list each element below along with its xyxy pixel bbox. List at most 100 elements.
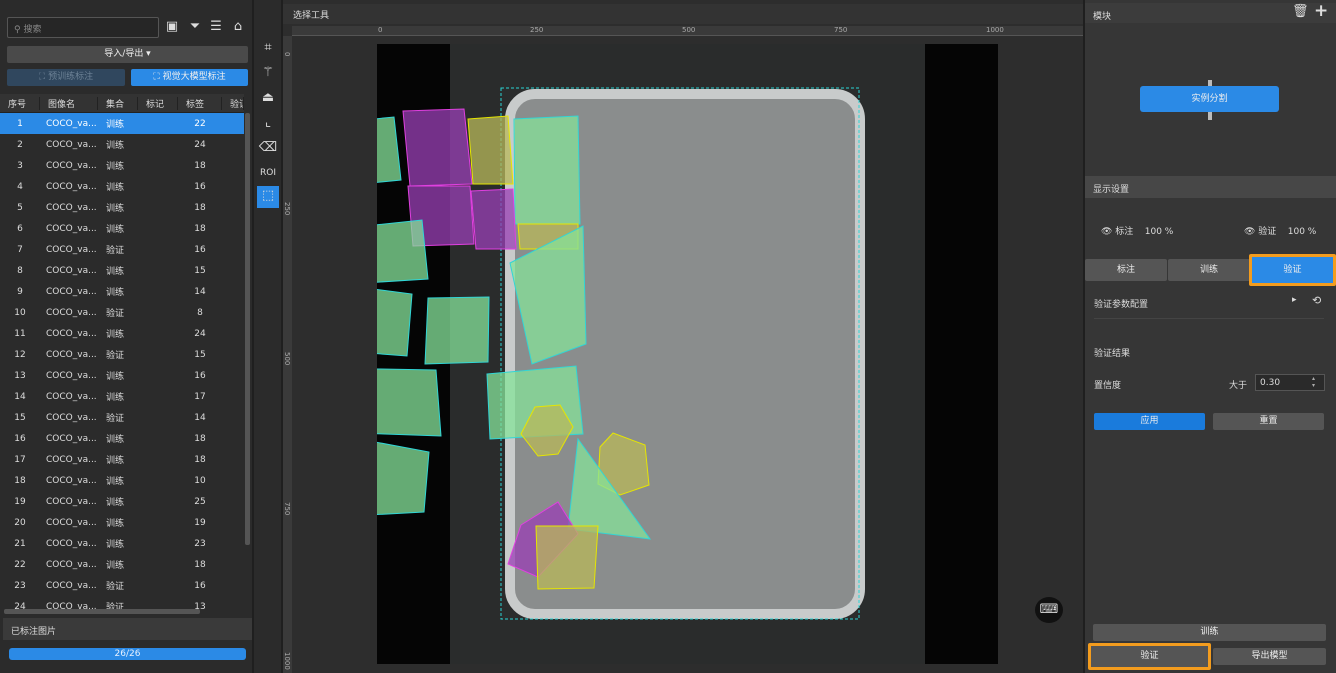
tab-train[interactable]: 训练	[1168, 259, 1250, 281]
annot-visibility: 👁 标注 100 %	[1101, 224, 1173, 237]
polygon-tool-icon[interactable]: ⌗	[257, 38, 279, 58]
eraser-icon[interactable]: ⌫	[257, 138, 279, 158]
annotation-mask	[467, 115, 514, 185]
annotation-mask	[513, 115, 581, 225]
verify-button[interactable]: 验证	[1088, 643, 1211, 670]
table-row[interactable]: 6 COCO_va... 训练 18	[0, 218, 244, 239]
table-row[interactable]: 23 COCO_va... 验证 16	[0, 575, 244, 596]
row-label-count: 14	[194, 286, 206, 297]
annotate-icon: ⛶	[153, 72, 163, 82]
history-icon[interactable]: ⟲	[1312, 294, 1321, 307]
table-row[interactable]: 24 COCO_va... 验证 13	[0, 596, 244, 610]
table-row[interactable]: 2 COCO_va... 训练 24	[0, 134, 244, 155]
row-set: 训练	[106, 162, 125, 172]
magic-wand-icon[interactable]: ⚚	[257, 63, 279, 83]
import-export-button[interactable]: 导入/导出 ▾	[7, 46, 248, 63]
table-row[interactable]: 7 COCO_va... 验证 16	[0, 239, 244, 260]
row-index: 5	[17, 202, 23, 213]
eye-icon[interactable]: 👁	[1244, 227, 1258, 237]
expand-icon[interactable]: ▸	[1292, 295, 1297, 305]
vertical-scrollbar[interactable]	[245, 113, 250, 545]
ruler-tick: 750	[834, 26, 848, 34]
table-row[interactable]: 19 COCO_va... 训练 25	[0, 491, 244, 512]
row-index: 3	[17, 160, 23, 171]
vlm-label: 视觉大模型标注	[162, 72, 226, 82]
table-row[interactable]: 13 COCO_va... 训练 16	[0, 365, 244, 386]
annot-opacity[interactable]: 100 %	[1145, 227, 1174, 237]
divider	[1094, 318, 1324, 319]
filter-icon[interactable]: ⏷	[186, 18, 204, 36]
apply-button[interactable]: 应用	[1094, 413, 1205, 430]
row-image-name: COCO_va...	[46, 391, 97, 402]
stamp-tool-icon[interactable]: ⏏	[257, 88, 279, 108]
row-label-count: 18	[194, 160, 206, 171]
table-row[interactable]: 12 COCO_va... 验证 15	[0, 344, 244, 365]
reset-button[interactable]: 重置	[1213, 413, 1324, 430]
search-input[interactable]: ⚲ 搜索	[7, 17, 159, 38]
corner-tool-icon[interactable]: ⌞	[257, 113, 279, 133]
row-index: 7	[17, 244, 23, 255]
layout-icon[interactable]: ⌂	[229, 18, 247, 36]
col-set[interactable]: 集合	[98, 96, 138, 110]
pretrain-annotate-button[interactable]: ⛶ 预训练标注	[7, 69, 125, 86]
row-label-count: 13	[194, 601, 206, 610]
table-row[interactable]: 4 COCO_va... 训练 16	[0, 176, 244, 197]
instance-segmentation-node[interactable]: 实例分割	[1140, 86, 1279, 112]
row-set: 验证	[106, 582, 125, 592]
row-index: 16	[14, 433, 26, 444]
select-tool-icon[interactable]: ⬚	[257, 186, 279, 208]
table-row[interactable]: 20 COCO_va... 训练 19	[0, 512, 244, 533]
export-model-button[interactable]: 导出模型	[1213, 648, 1326, 665]
row-index: 15	[14, 412, 26, 423]
list-icon[interactable]: ☰	[207, 18, 225, 36]
row-set: 训练	[106, 519, 125, 529]
table-row[interactable]: 8 COCO_va... 训练 15	[0, 260, 244, 281]
eye-icon[interactable]: 👁	[1101, 227, 1115, 237]
table-row[interactable]: 9 COCO_va... 训练 14	[0, 281, 244, 302]
roi-tool[interactable]: ROI	[257, 163, 279, 183]
row-index: 9	[17, 286, 23, 297]
row-index: 13	[14, 370, 26, 381]
tab-verify[interactable]: 验证	[1249, 254, 1336, 286]
image-canvas[interactable]	[377, 44, 998, 664]
horizontal-scrollbar[interactable]	[4, 609, 200, 614]
image-settings-icon[interactable]: ▣	[163, 18, 181, 36]
table-row[interactable]: 14 COCO_va... 训练 17	[0, 386, 244, 407]
row-set: 训练	[106, 141, 125, 151]
table-row[interactable]: 17 COCO_va... 训练 18	[0, 449, 244, 470]
table-row[interactable]: 10 COCO_va... 验证 8	[0, 302, 244, 323]
annotation-mask	[424, 296, 490, 365]
tab-annotate[interactable]: 标注	[1085, 259, 1167, 281]
row-set: 验证	[106, 414, 125, 424]
vlm-annotate-button[interactable]: ⛶ 视觉大模型标注	[131, 69, 248, 86]
row-set: 训练	[106, 204, 125, 214]
row-image-name: COCO_va...	[46, 475, 97, 486]
table-row[interactable]: 5 COCO_va... 训练 18	[0, 197, 244, 218]
col-verify[interactable]: 验证	[222, 96, 244, 110]
row-index: 6	[17, 223, 23, 234]
col-index[interactable]: 序号	[0, 96, 40, 110]
table-row[interactable]: 21 COCO_va... 训练 23	[0, 533, 244, 554]
row-label-count: 10	[194, 475, 206, 486]
verify-opacity[interactable]: 100 %	[1288, 227, 1317, 237]
row-image-name: COCO_va...	[46, 328, 97, 339]
keyboard-icon[interactable]: ⌨	[1035, 597, 1063, 623]
table-row[interactable]: 11 COCO_va... 训练 24	[0, 323, 244, 344]
row-set: 训练	[106, 540, 125, 550]
table-row[interactable]: 18 COCO_va... 训练 10	[0, 470, 244, 491]
row-label-count: 18	[194, 454, 206, 465]
col-mark[interactable]: 标记	[138, 96, 178, 110]
table-row[interactable]: 16 COCO_va... 训练 18	[0, 428, 244, 449]
train-button[interactable]: 训练	[1093, 624, 1326, 641]
table-row[interactable]: 3 COCO_va... 训练 18	[0, 155, 244, 176]
spin-arrows-icon[interactable]: ▴ ▾	[1312, 375, 1315, 389]
col-labels[interactable]: 标签	[178, 96, 222, 110]
table-row[interactable]: 15 COCO_va... 验证 14	[0, 407, 244, 428]
table-row[interactable]: 22 COCO_va... 训练 18	[0, 554, 244, 575]
add-icon[interactable]: +	[1314, 1, 1328, 21]
trash-icon[interactable]: 🗑	[1292, 4, 1309, 19]
row-index: 24	[14, 601, 26, 610]
row-image-name: COCO_va...	[46, 454, 97, 465]
table-row[interactable]: 1 COCO_va... 训练 22	[0, 113, 244, 134]
col-name[interactable]: 图像名	[40, 96, 98, 110]
